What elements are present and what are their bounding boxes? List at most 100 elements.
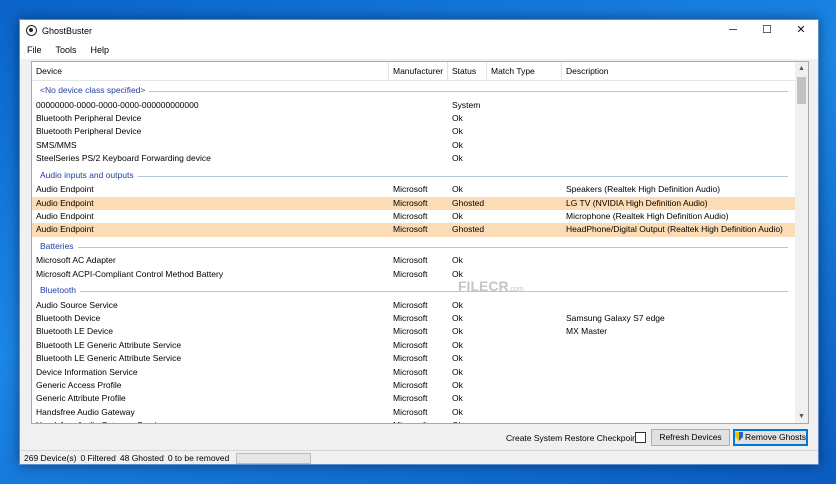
table-row[interactable]: Bluetooth LE Generic Attribute Service Mi… <box>32 352 796 365</box>
cell-device: Bluetooth LE Generic Attribute Service <box>36 339 182 350</box>
group-header[interactable]: Batteries <box>32 237 796 255</box>
minimize-button[interactable]: ─ <box>716 20 750 41</box>
table-row[interactable]: Microsoft ACPI-Compliant Control Method … <box>32 268 796 281</box>
status-bar: 269 Device(s) 0 Filtered 48 Ghosted 0 to… <box>20 450 818 465</box>
cell-status: Ok <box>452 299 463 310</box>
cell-status: Ok <box>448 419 487 423</box>
menu-help[interactable]: Help <box>84 45 117 55</box>
group-label: Audio inputs and outputs <box>40 168 138 181</box>
table-row[interactable]: Device Information Service Microsoft Ok <box>32 366 796 379</box>
menu-file[interactable]: File <box>20 45 49 55</box>
column-header-match-type[interactable]: Match Type <box>487 62 562 81</box>
cell-description <box>562 339 796 352</box>
cell-manufacturer: Microsoft <box>393 210 428 221</box>
column-header-device[interactable]: Device <box>32 62 389 81</box>
cell-status: Ok <box>452 112 463 123</box>
table-row[interactable]: Audio Endpoint Microsoft Ok Microphone (Rea… <box>32 210 796 223</box>
column-header-manufacturer[interactable]: Manufacturer <box>389 62 448 81</box>
cell-device: Audio Source Service <box>36 299 118 310</box>
table-row[interactable]: Bluetooth Peripheral Device Ok <box>32 112 796 125</box>
cell-device: SteelSeries PS/2 Keyboard Forwarding dev… <box>36 153 211 164</box>
cell-manufacturer <box>389 112 448 125</box>
cell-manufacturer <box>389 125 448 138</box>
ghosted-count: 48 Ghosted <box>119 453 164 463</box>
cell-manufacturer: Microsoft <box>393 380 428 391</box>
cell-device: Bluetooth Peripheral Device <box>36 112 142 123</box>
table-row[interactable]: Audio Endpoint Microsoft Ok Speakers (Realt… <box>32 183 796 196</box>
cell-status: Ok <box>452 380 463 391</box>
menu-bar: File Tools Help <box>20 41 818 59</box>
cell-match-type <box>487 210 562 223</box>
cell-match-type <box>487 268 562 281</box>
scroll-up-icon[interactable]: ▲ <box>795 62 808 75</box>
table-row[interactable]: Audio Source Service Microsoft Ok <box>32 299 796 312</box>
device-list[interactable]: Device Manufacturer Status Match Type De… <box>31 61 809 424</box>
cell-status: Ok <box>452 268 463 279</box>
restore-checkpoint-label: Create System Restore Checkpoint <box>506 433 640 443</box>
cell-match-type <box>487 139 562 152</box>
cell-device: Bluetooth LE Generic Attribute Service <box>36 353 182 364</box>
cell-description <box>562 125 796 138</box>
cell-device: Handsfree Audio Gateway Service <box>32 419 389 423</box>
group-label: Bluetooth <box>40 284 80 297</box>
refresh-devices-button[interactable]: Refresh Devices <box>651 429 730 446</box>
table-row[interactable]: Audio Endpoint Microsoft Ghosted LG TV (NVI… <box>32 196 796 210</box>
group-header[interactable]: Bluetooth <box>32 281 796 299</box>
table-row[interactable]: SMS/MMS Ok <box>32 139 796 152</box>
table-row[interactable]: Generic Attribute Profile Microsoft Ok <box>32 392 796 405</box>
cell-device: Audio Endpoint <box>36 184 94 195</box>
table-row[interactable]: Handsfree Audio Gateway Microsoft Ok <box>32 406 796 419</box>
cell-description <box>562 406 796 419</box>
cell-device: Bluetooth Peripheral Device <box>36 126 142 137</box>
group-header[interactable]: <No device class specified> <box>32 81 796 99</box>
column-header-row: Device Manufacturer Status Match Type De… <box>32 62 796 81</box>
cell-manufacturer: Microsoft <box>393 339 428 350</box>
restore-checkpoint-checkbox[interactable] <box>635 432 646 443</box>
cell-description <box>562 139 796 152</box>
remove-ghosts-button[interactable]: Remove Ghosts <box>733 429 808 446</box>
scroll-thumb[interactable] <box>797 77 806 104</box>
cell-status: Ok <box>452 139 463 150</box>
cell-match-type <box>487 99 562 112</box>
cell-status: Ok <box>452 184 463 195</box>
close-button[interactable]: ✕ <box>784 20 818 41</box>
column-header-description[interactable]: Description <box>562 62 796 81</box>
cell-description <box>562 392 796 405</box>
table-row[interactable]: 00000000-0000-0000-0000-000000000000 Syst… <box>32 99 796 112</box>
action-bar: Create System Restore Checkpoint Refresh… <box>20 426 818 450</box>
table-row[interactable]: Generic Access Profile Microsoft Ok <box>32 379 796 392</box>
table-row[interactable]: Handsfree Audio Gateway ServiceMicrosoft… <box>32 419 796 423</box>
vertical-scrollbar[interactable]: ▲ ▼ <box>795 62 808 423</box>
cell-description: LG TV (NVIDIA High Definition Audio) <box>566 197 708 208</box>
cell-description <box>562 152 796 165</box>
table-row[interactable]: Bluetooth LE Device Microsoft Ok MX Master <box>32 325 796 338</box>
table-row[interactable]: Microsoft AC Adapter Microsoft Ok <box>32 254 796 267</box>
table-row[interactable]: Bluetooth Peripheral Device Ok <box>32 125 796 138</box>
table-row[interactable]: Audio Endpoint Microsoft Ghosted HeadPhone/… <box>32 223 796 237</box>
group-divider <box>40 175 788 177</box>
column-header-status[interactable]: Status <box>448 62 487 81</box>
cell-description: Microphone (Realtek High Definition Audi… <box>566 210 729 221</box>
group-divider <box>40 291 788 293</box>
progress-bar <box>236 453 311 464</box>
cell-manufacturer: Microsoft <box>393 406 428 417</box>
title-bar[interactable]: GhostBuster ─ ☐ ✕ <box>20 20 818 41</box>
scroll-down-icon[interactable]: ▼ <box>795 410 808 423</box>
cell-match-type <box>487 325 562 338</box>
cell-description <box>562 299 796 312</box>
maximize-button[interactable]: ☐ <box>750 20 784 41</box>
group-header[interactable]: Audio inputs and outputs <box>32 166 796 184</box>
cell-status: Ok <box>452 210 463 221</box>
cell-status: System <box>452 99 481 110</box>
table-row[interactable]: Bluetooth Device Microsoft Ok Samsung Galax… <box>32 312 796 325</box>
table-row[interactable]: SteelSeries PS/2 Keyboard Forwarding dev… <box>32 152 796 165</box>
table-row[interactable]: Bluetooth LE Generic Attribute Service Mi… <box>32 339 796 352</box>
group-divider <box>40 91 788 92</box>
cell-status: Ok <box>452 255 463 266</box>
cell-description <box>562 268 796 281</box>
cell-match-type <box>487 254 562 267</box>
device-count: 269 Device(s) <box>24 453 77 463</box>
cell-manufacturer: Microsoft <box>393 326 428 337</box>
menu-tools[interactable]: Tools <box>49 45 84 55</box>
cell-status: Ok <box>452 393 463 404</box>
